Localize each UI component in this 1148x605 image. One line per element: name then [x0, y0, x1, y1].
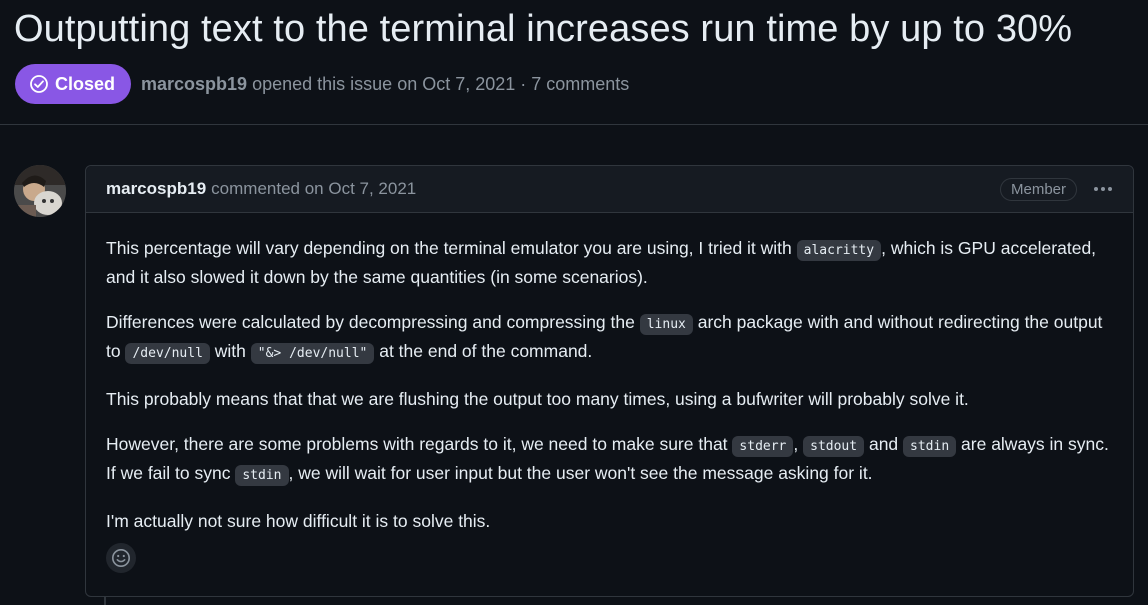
issue-page: Outputting text to the terminal increase… [0, 0, 1148, 605]
smiley-icon [112, 549, 130, 567]
comment-paragraph-4: However, there are some problems with re… [106, 431, 1113, 489]
add-reaction-button[interactable] [106, 543, 136, 573]
comment-author-link[interactable]: marcospb19 [106, 179, 206, 199]
comment-paragraph-1: This percentage will vary depending on t… [106, 235, 1113, 290]
member-badge: Member [999, 177, 1077, 201]
issue-title: Outputting text to the terminal increase… [14, 8, 1073, 50]
header-divider [0, 124, 1148, 125]
inline-code: stdout [803, 436, 865, 457]
text-span: This percentage will vary depending on t… [106, 238, 797, 258]
timeline-line [104, 596, 106, 605]
kebab-horizontal-icon [1094, 187, 1112, 191]
comment-paragraph-3: This probably means that that we are flu… [106, 389, 969, 409]
issue-meta: Closed marcospb19 opened this issue on O… [15, 64, 629, 104]
comment-paragraph-2: Differences were calculated by decompres… [106, 309, 1113, 367]
text-span: and [864, 434, 904, 454]
text-span: Differences were calculated by decompres… [106, 312, 640, 332]
issue-author-link[interactable]: marcospb19 [141, 74, 247, 94]
comment-header-actions: Member [999, 177, 1115, 201]
closed-state-badge: Closed [15, 64, 132, 104]
comment-body: This percentage will vary depending on t… [86, 213, 1133, 534]
issue-meta-text: marcospb19 opened this issue on Oct 7, 2… [141, 74, 629, 95]
avatar[interactable] [14, 165, 66, 217]
inline-code: stderr [732, 436, 794, 457]
check-circle-icon [30, 75, 48, 93]
text-span: with [209, 341, 251, 361]
avatar-image [14, 165, 66, 217]
comment-header: marcospb19 commented on Oct 7, 2021 Memb… [86, 166, 1133, 213]
text-span: , [793, 434, 804, 454]
inline-code: stdin [903, 436, 957, 457]
inline-code: stdin [235, 465, 289, 486]
inline-code: /dev/null [125, 343, 210, 364]
text-span: at the end of the command. [374, 341, 593, 361]
comment-timestamp[interactable]: commented on Oct 7, 2021 [211, 179, 416, 199]
issue-opened-text: opened this issue on Oct 7, 2021 · 7 com… [252, 73, 630, 94]
inline-code: "&> /dev/null" [250, 343, 375, 364]
comment-paragraph-5: I'm actually not sure how difficult it i… [106, 511, 491, 531]
state-label: Closed [55, 73, 116, 94]
text-span: , we will wait for user input but the us… [288, 463, 873, 483]
text-span: However, there are some problems with re… [106, 434, 733, 454]
comment-card: marcospb19 commented on Oct 7, 2021 Memb… [85, 165, 1134, 597]
kebab-menu-button[interactable] [1091, 179, 1115, 199]
inline-code: alacritty [796, 240, 882, 261]
inline-code: linux [639, 314, 693, 335]
